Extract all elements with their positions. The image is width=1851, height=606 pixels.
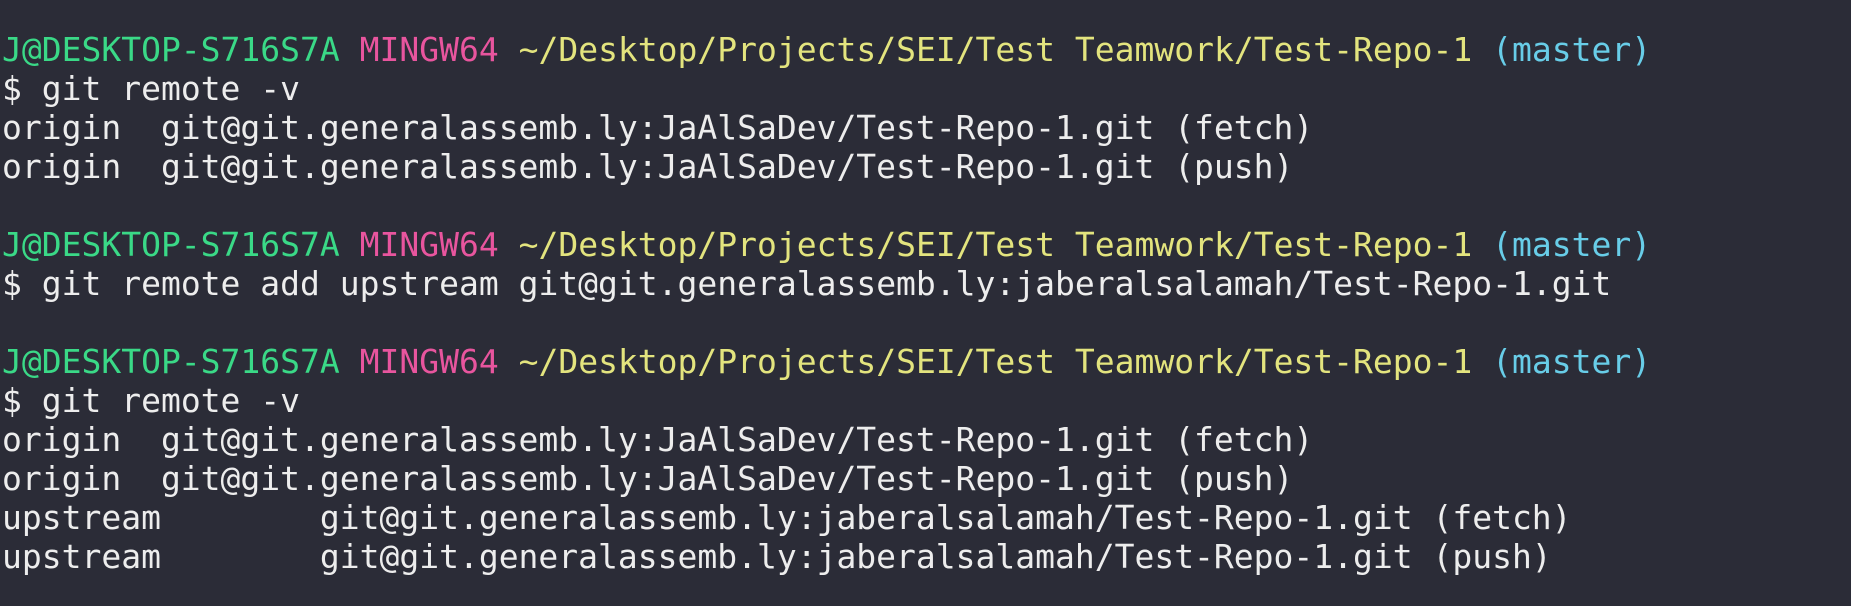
prompt-system: MINGW64 bbox=[359, 342, 499, 381]
prompt-symbol: $ bbox=[2, 264, 22, 303]
prompt-user-host: J@DESKTOP-S716S7A bbox=[2, 225, 340, 264]
command-text: git remote -v bbox=[41, 381, 301, 420]
command-line: $ git remote add upstream git@git.genera… bbox=[2, 264, 1851, 303]
prompt-branch: (master) bbox=[1492, 225, 1652, 264]
prompt-path: ~/Desktop/Projects/SEI/Test Teamwork/Tes… bbox=[518, 225, 1473, 264]
output-line: origin git@git.generalassemb.ly:JaAlSaDe… bbox=[2, 420, 1314, 459]
prompt-system: MINGW64 bbox=[359, 30, 499, 69]
command-text: git remote add upstream git@git.generala… bbox=[41, 264, 1612, 303]
command-line: $ git remote -v bbox=[2, 381, 1851, 420]
prompt-path: ~/Desktop/Projects/SEI/Test Teamwork/Tes… bbox=[518, 342, 1473, 381]
output-line: origin git@git.generalassemb.ly:JaAlSaDe… bbox=[2, 459, 1294, 498]
output-line: origin git@git.generalassemb.ly:JaAlSaDe… bbox=[2, 147, 1294, 186]
prompt-symbol: $ bbox=[2, 381, 22, 420]
output-line: upstream git@git.generalassemb.ly:jabera… bbox=[2, 498, 1572, 537]
prompt-path: ~/Desktop/Projects/SEI/Test Teamwork/Tes… bbox=[518, 30, 1473, 69]
prompt-symbol: $ bbox=[2, 69, 22, 108]
prompt-branch: (master) bbox=[1492, 30, 1652, 69]
prompt-line: J@DESKTOP-S716S7A MINGW64 ~/Desktop/Proj… bbox=[2, 30, 1851, 69]
prompt-system: MINGW64 bbox=[359, 225, 499, 264]
prompt-branch: (master) bbox=[1492, 342, 1652, 381]
prompt-user-host: J@DESKTOP-S716S7A bbox=[2, 30, 340, 69]
output-line: upstream git@git.generalassemb.ly:jabera… bbox=[2, 537, 1552, 576]
terminal-window[interactable]: J@DESKTOP-S716S7A MINGW64 ~/Desktop/Proj… bbox=[0, 0, 1851, 606]
prompt-user-host: J@DESKTOP-S716S7A bbox=[2, 342, 340, 381]
output-line: origin git@git.generalassemb.ly:JaAlSaDe… bbox=[2, 108, 1314, 147]
prompt-line: J@DESKTOP-S716S7A MINGW64 ~/Desktop/Proj… bbox=[2, 225, 1851, 264]
prompt-line: J@DESKTOP-S716S7A MINGW64 ~/Desktop/Proj… bbox=[2, 342, 1851, 381]
command-line: $ git remote -v bbox=[2, 69, 1851, 108]
command-text: git remote -v bbox=[41, 69, 301, 108]
